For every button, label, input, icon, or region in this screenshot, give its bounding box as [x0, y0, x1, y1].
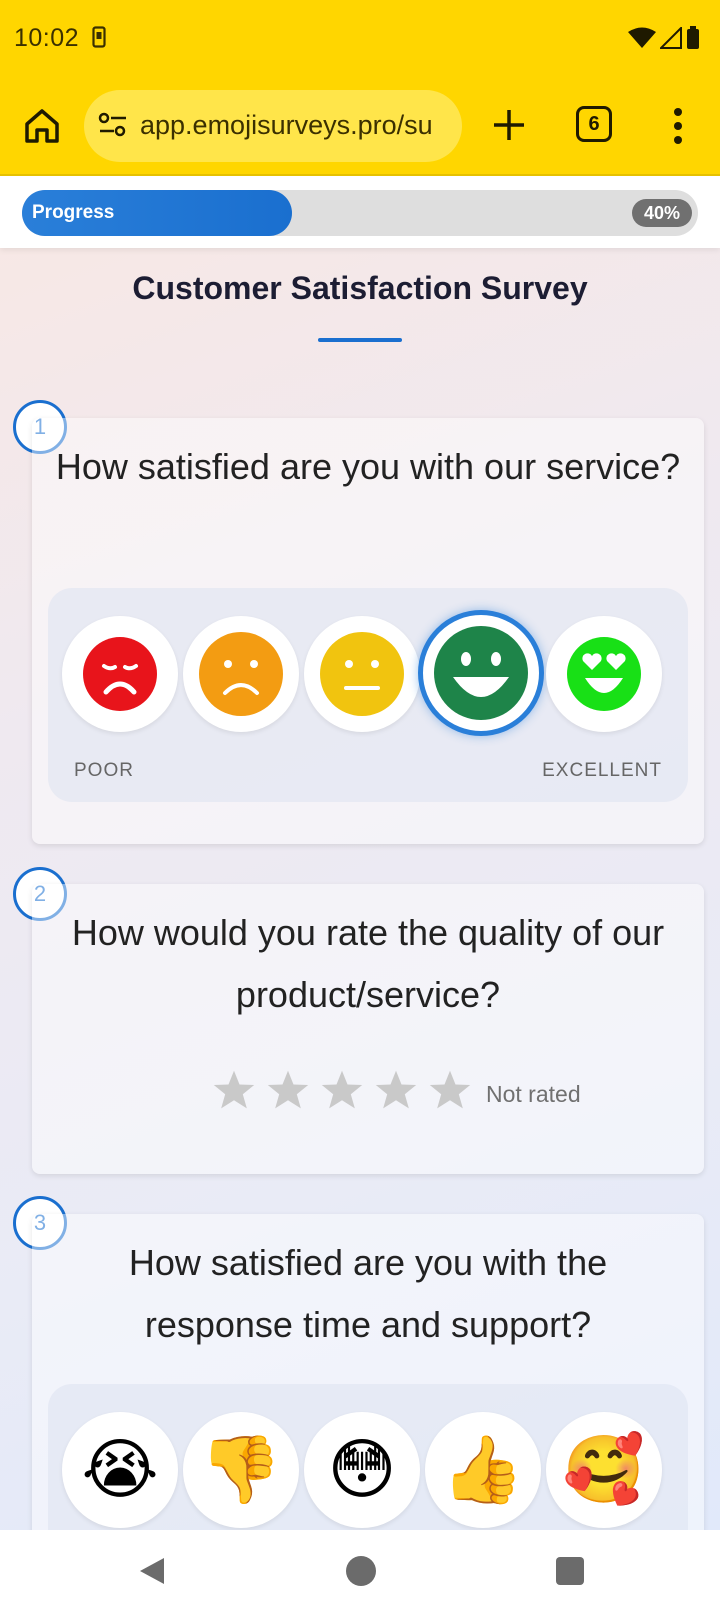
- smiling-face-with-hearts-icon: 🥰: [562, 1431, 646, 1508]
- rating-option-4-selected[interactable]: [418, 610, 544, 736]
- scale-high-label: EXCELLENT: [542, 760, 662, 781]
- star-1[interactable]: [212, 1068, 256, 1112]
- address-bar[interactable]: app.emojisurveys.pro/su: [84, 90, 462, 162]
- survey-title: Customer Satisfaction Survey: [132, 270, 588, 306]
- survey-page: Progress 40% Customer Satisfaction Surve…: [0, 178, 720, 1530]
- title-underline: [318, 338, 402, 342]
- site-settings-icon[interactable]: [98, 112, 128, 143]
- question-text: How satisfied are you with our service?: [55, 446, 681, 487]
- progress-bar: Progress 40%: [22, 190, 698, 236]
- rating-option-5[interactable]: [546, 616, 662, 732]
- thumbs-down-icon: 👎: [199, 1431, 283, 1508]
- rating-status-text: Not rated: [486, 1081, 581, 1107]
- browser-toolbar: app.emojisurveys.pro/su 6: [0, 80, 720, 176]
- neutral-face-icon: [320, 632, 404, 716]
- system-navigation-bar: [0, 1530, 720, 1612]
- home-icon: [25, 109, 59, 143]
- wifi-icon: [628, 27, 656, 54]
- status-time: 10:02: [14, 24, 80, 52]
- new-tab-button[interactable]: [488, 104, 530, 146]
- happy-face-icon: [434, 626, 528, 720]
- star-2[interactable]: [266, 1068, 310, 1112]
- back-button[interactable]: [138, 1556, 166, 1591]
- question-card-2: How would you rate the quality of our pr…: [32, 884, 704, 1174]
- rating-option-2[interactable]: [183, 616, 299, 732]
- rating-option-1[interactable]: [62, 616, 178, 732]
- status-bar: 10:02: [0, 0, 720, 80]
- question-card-1: How satisfied are you with our service?: [32, 418, 704, 844]
- home-button[interactable]: [22, 106, 62, 146]
- tab-switcher-button[interactable]: 6: [576, 106, 612, 142]
- thumbs-up-icon: 👍: [441, 1431, 525, 1508]
- scale-low-label: POOR: [74, 760, 134, 781]
- back-triangle-icon: [140, 1558, 164, 1584]
- home-nav-button[interactable]: [346, 1556, 376, 1586]
- question-card-3: How satisfied are you with the response …: [32, 1214, 704, 1530]
- url-text: app.emojisurveys.pro/su: [140, 110, 433, 140]
- rating-option-2[interactable]: 👎: [183, 1412, 299, 1528]
- rating-option-1[interactable]: 😭: [62, 1412, 178, 1528]
- rating-option-5[interactable]: 🥰: [546, 1412, 662, 1528]
- progress-percent-badge: 40%: [631, 199, 692, 227]
- battery-icon: [686, 26, 700, 55]
- question-text: How satisfied are you with the response …: [128, 1242, 608, 1345]
- progress-fill: Progress: [22, 190, 293, 236]
- progress-section: Progress 40%: [0, 178, 720, 248]
- rating-option-3[interactable]: [304, 616, 420, 732]
- more-vert-icon: [674, 108, 682, 144]
- sad-face-icon: [199, 632, 283, 716]
- flushed-face-icon: 😳: [327, 1431, 397, 1508]
- overflow-menu-button[interactable]: [664, 106, 692, 146]
- status-icons: [628, 25, 700, 55]
- emoji-rating-scale: POOR EXCELLENT: [48, 588, 688, 802]
- heart-eyes-face-icon: [567, 637, 641, 711]
- question-text: How would you rate the quality of our pr…: [71, 912, 665, 1015]
- crying-face-icon: 😭: [81, 1431, 159, 1508]
- cell-signal-icon: [658, 25, 682, 54]
- very-sad-face-icon: [83, 637, 157, 711]
- plus-icon: [494, 110, 524, 140]
- emoji-rating-scale: 😭 👎 😳 👍 🥰: [48, 1384, 688, 1530]
- rating-option-4[interactable]: 👍: [425, 1412, 541, 1528]
- recents-button[interactable]: [556, 1557, 584, 1585]
- star-rating: [212, 1068, 472, 1112]
- star-3[interactable]: [320, 1068, 364, 1112]
- star-5[interactable]: [428, 1068, 472, 1112]
- progress-label: Progress: [32, 202, 115, 223]
- star-4[interactable]: [374, 1068, 418, 1112]
- phone-notification-icon: [92, 26, 106, 53]
- rating-option-3[interactable]: 😳: [304, 1412, 420, 1528]
